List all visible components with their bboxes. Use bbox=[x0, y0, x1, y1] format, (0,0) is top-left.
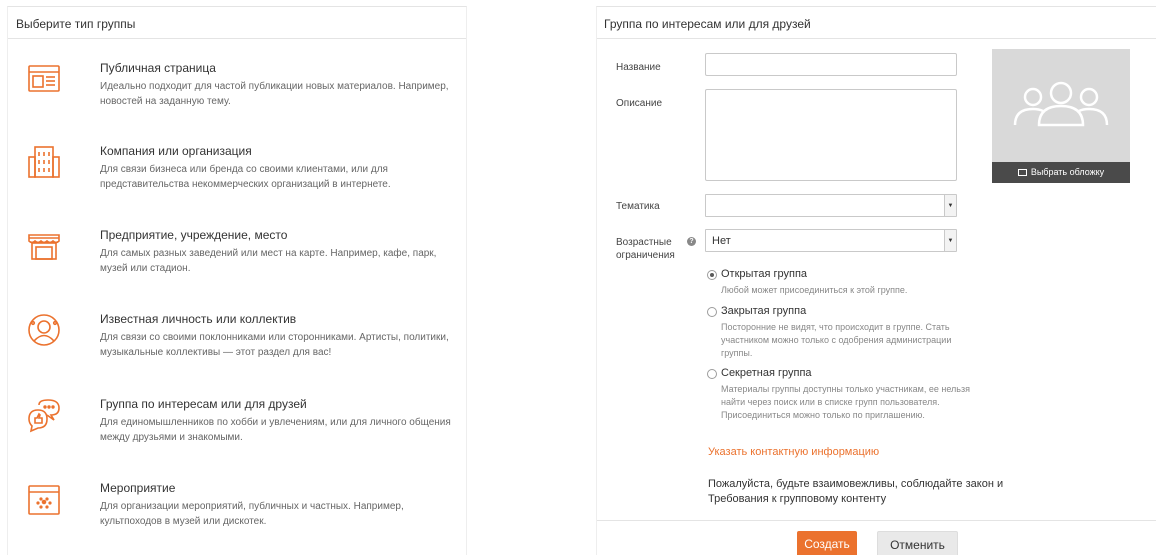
users-placeholder-icon bbox=[1013, 81, 1109, 127]
group-type-title: Мероприятие bbox=[100, 481, 176, 495]
calendar-icon bbox=[26, 481, 62, 517]
name-label: Название bbox=[616, 62, 661, 73]
group-type-celebrity[interactable]: Известная личность или коллектив Для свя… bbox=[8, 312, 466, 392]
group-type-desc: Для организации мероприятий, публичных и… bbox=[100, 501, 404, 527]
group-type-title: Компания или организация bbox=[100, 144, 252, 158]
group-type-desc: Для связи бизнеса или бренда со своими к… bbox=[100, 164, 391, 190]
radio-secret-group[interactable] bbox=[707, 369, 717, 379]
cover-image-icon bbox=[1017, 169, 1027, 176]
radio-closed-group[interactable] bbox=[707, 307, 717, 317]
group-type-panel: Выберите тип группы Публичная страница И… bbox=[7, 6, 467, 555]
public-page-icon bbox=[26, 61, 62, 97]
group-type-interests[interactable]: Группа по интересам или для друзей Для е… bbox=[8, 397, 466, 477]
celebrity-icon bbox=[26, 312, 62, 348]
footer-divider bbox=[597, 520, 1156, 521]
closed-group-desc: Посторонние не видят, что происходит в г… bbox=[721, 322, 952, 358]
group-form-panel: Группа по интересам или для друзей Назва… bbox=[596, 6, 1156, 555]
group-type-place[interactable]: Предприятие, учреждение, место Для самых… bbox=[8, 228, 466, 308]
name-input[interactable] bbox=[705, 53, 957, 76]
age-restriction-select[interactable]: Нет ▼ bbox=[705, 229, 957, 252]
company-building-icon bbox=[26, 144, 62, 180]
open-group-desc: Любой может присоединиться к этой группе… bbox=[721, 285, 908, 295]
topic-label: Тематика bbox=[616, 201, 660, 212]
group-type-title: Предприятие, учреждение, место bbox=[100, 228, 288, 242]
description-textarea[interactable] bbox=[705, 89, 957, 181]
age-restriction-label: Возрастные ограничения bbox=[616, 237, 675, 261]
choose-cover-label: Выбрать обложку bbox=[1030, 167, 1105, 177]
group-type-desc: Для связи со своими поклонниками или сто… bbox=[100, 332, 449, 358]
storefront-icon bbox=[26, 228, 62, 264]
secret-group-title: Секретная группа bbox=[721, 367, 812, 379]
group-type-desc: Идеально подходит для частой публикации … bbox=[100, 81, 449, 107]
group-type-desc: Для единомышленников по хобби и увлечени… bbox=[100, 417, 451, 443]
radio-open-group[interactable] bbox=[707, 270, 717, 280]
contact-info-link[interactable]: Указать контактную информацию bbox=[708, 446, 879, 458]
closed-group-title: Закрытая группа bbox=[721, 305, 807, 317]
group-type-desc: Для самых разных заведений или мест на к… bbox=[100, 248, 437, 274]
rules-notice: Пожалуйста, будьте взаимовежливы, соблюд… bbox=[708, 478, 1004, 505]
open-group-title: Открытая группа bbox=[721, 268, 808, 280]
group-type-header: Выберите тип группы bbox=[8, 7, 466, 39]
choose-cover-button[interactable]: Выбрать обложку bbox=[992, 162, 1130, 183]
group-type-event[interactable]: Мероприятие Для организации мероприятий,… bbox=[8, 481, 466, 555]
group-type-title: Группа по интересам или для друзей bbox=[100, 397, 307, 411]
description-label: Описание bbox=[616, 98, 663, 109]
secret-group-desc: Материалы группы доступны только участни… bbox=[721, 384, 970, 420]
cancel-button[interactable]: Отменить bbox=[877, 531, 958, 555]
help-icon[interactable]: ? bbox=[687, 237, 696, 246]
cover-image: Выбрать обложку bbox=[992, 49, 1130, 183]
chat-bubbles-icon bbox=[26, 397, 62, 433]
group-type-company[interactable]: Компания или организация Для связи бизне… bbox=[8, 144, 466, 224]
group-form-header: Группа по интересам или для друзей bbox=[597, 7, 1156, 39]
chevron-down-icon: ▼ bbox=[944, 230, 956, 251]
group-type-title: Известная личность или коллектив bbox=[100, 312, 297, 326]
create-button[interactable]: Создать bbox=[797, 531, 857, 555]
group-type-public-page[interactable]: Публичная страница Идеально подходит для… bbox=[8, 61, 466, 141]
group-type-title: Публичная страница bbox=[100, 61, 216, 75]
topic-select[interactable]: ▼ bbox=[705, 194, 957, 217]
chevron-down-icon: ▼ bbox=[944, 195, 956, 216]
age-restriction-value: Нет bbox=[712, 235, 731, 247]
